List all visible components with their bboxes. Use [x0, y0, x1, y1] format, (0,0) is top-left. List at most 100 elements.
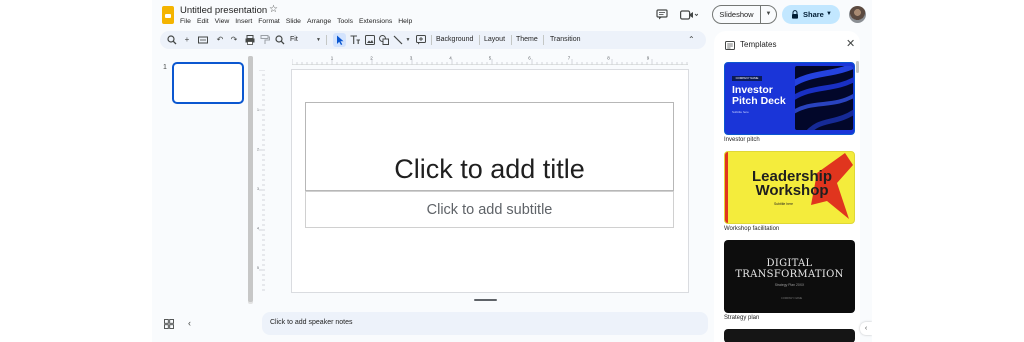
- templates-scrollbar[interactable]: [856, 61, 859, 73]
- title-placeholder-text[interactable]: Click to add title: [394, 154, 585, 185]
- lock-icon: [792, 10, 798, 19]
- menu-tools[interactable]: Tools: [334, 17, 356, 27]
- template-abstract-image: [795, 66, 853, 130]
- ruler-label: 8: [607, 56, 610, 61]
- template-accent-stripe: [725, 152, 728, 223]
- chevron-down-icon[interactable]: ▼: [761, 6, 776, 23]
- collapse-toolbar-icon[interactable]: ⌃: [688, 34, 695, 46]
- star-icon[interactable]: ☆: [269, 4, 278, 15]
- template-subtitle: Subtitle here: [732, 110, 749, 114]
- grid-view-icon[interactable]: [164, 319, 174, 329]
- menu-insert[interactable]: Insert: [232, 17, 255, 27]
- slide-canvas[interactable]: Click to add title Click to add subtitle: [292, 70, 688, 292]
- templates-title: Templates: [740, 40, 777, 49]
- undo-icon[interactable]: ↶: [214, 34, 226, 46]
- ruler-label: 2: [257, 148, 259, 152]
- search-menus-icon[interactable]: [166, 34, 178, 46]
- menu-arrange[interactable]: Arrange: [304, 17, 334, 27]
- chevron-left-icon[interactable]: ‹: [188, 318, 191, 328]
- select-tool-button[interactable]: [333, 33, 346, 47]
- notes-resize-handle[interactable]: [474, 299, 497, 301]
- toolbar: + ↶ ↷ Fit ▼ ▼ Background Layout Theme Tr…: [160, 31, 706, 49]
- template-subtitle: Subtitle here: [774, 202, 794, 206]
- menu-bar: File Edit View Insert Format Slide Arran…: [180, 17, 415, 27]
- template-title: DIGITAL TRANSFORMATION: [735, 258, 844, 280]
- speaker-notes-placeholder[interactable]: Click to add speaker notes: [270, 319, 353, 326]
- insert-image-icon[interactable]: [364, 34, 376, 46]
- share-menu-chevron-icon[interactable]: ▼: [826, 5, 832, 24]
- video-call-icon[interactable]: [680, 10, 698, 20]
- speaker-notes[interactable]: Click to add speaker notes: [262, 312, 708, 335]
- menu-format[interactable]: Format: [255, 17, 283, 27]
- menu-view[interactable]: View: [212, 17, 233, 27]
- ruler-label: 4: [257, 227, 259, 231]
- template-subtitle: Strategy Plan 20XX: [774, 283, 805, 287]
- redo-icon[interactable]: ↷: [228, 34, 240, 46]
- ruler-label: 7: [568, 56, 571, 61]
- user-avatar[interactable]: [849, 6, 866, 23]
- template-title: Leadership Workshop: [751, 168, 833, 199]
- theme-button[interactable]: Theme: [516, 34, 538, 46]
- slide-number: 1: [163, 64, 167, 71]
- subtitle-placeholder[interactable]: Click to add subtitle: [305, 191, 674, 228]
- slideshow-button[interactable]: Slideshow ▼: [712, 5, 777, 24]
- paint-format-icon[interactable]: [259, 34, 271, 46]
- slides-logo-icon[interactable]: [162, 6, 174, 24]
- ruler-label: 5: [257, 266, 259, 270]
- zoom-icon[interactable]: [274, 34, 286, 46]
- zoom-chevron-down-icon[interactable]: ▼: [316, 34, 321, 46]
- template-caption: Workshop facilitation: [724, 226, 780, 232]
- ruler-label: 4: [449, 56, 452, 61]
- background-button[interactable]: Background: [436, 34, 473, 46]
- templates-panel: Templates ✕ COMPANY NAME Investor Pitch …: [714, 31, 860, 342]
- zoom-select[interactable]: Fit: [290, 34, 298, 46]
- menu-edit[interactable]: Edit: [194, 17, 212, 27]
- toolbar-divider: [479, 35, 480, 45]
- share-label: Share: [803, 10, 824, 19]
- comment-icon[interactable]: [656, 9, 668, 20]
- text-box-icon[interactable]: [349, 34, 361, 46]
- transition-button[interactable]: Transition: [550, 34, 580, 46]
- ruler-label: 5: [489, 56, 492, 61]
- template-next[interactable]: [724, 329, 855, 342]
- line-chevron-down-icon[interactable]: ▼: [402, 34, 414, 46]
- toolbar-divider: [326, 35, 327, 45]
- template-caption: Investor pitch: [724, 137, 760, 143]
- menu-file[interactable]: File: [180, 17, 194, 27]
- subtitle-placeholder-text[interactable]: Click to add subtitle: [427, 202, 553, 218]
- slides-app: Untitled presentation ☆ File Edit View I…: [152, 0, 872, 342]
- title-placeholder[interactable]: Click to add title: [305, 102, 674, 191]
- toolbar-divider: [431, 35, 432, 45]
- close-icon[interactable]: ✕: [846, 37, 855, 50]
- ruler-label: 6: [528, 56, 531, 61]
- slide-thumbnail[interactable]: [172, 62, 244, 104]
- menu-help[interactable]: Help: [395, 17, 415, 27]
- template-workshop-facilitation[interactable]: Leadership Workshop Subtitle here: [724, 151, 855, 224]
- ruler-label: 3: [410, 56, 413, 61]
- layout-picker-icon[interactable]: [197, 34, 209, 46]
- menu-slide[interactable]: Slide: [283, 17, 304, 27]
- ruler-label: 2: [370, 56, 373, 61]
- template-investor-pitch[interactable]: COMPANY NAME Investor Pitch Deck Subtitl…: [724, 62, 855, 135]
- shape-icon[interactable]: [378, 34, 390, 46]
- filmstrip-scrollbar-thumb[interactable]: [248, 56, 253, 302]
- print-icon[interactable]: [244, 34, 256, 46]
- ruler-label: 1: [331, 56, 334, 61]
- add-comment-icon[interactable]: [415, 34, 427, 46]
- templates-icon: [725, 41, 735, 50]
- toolbar-divider: [543, 35, 544, 45]
- side-panel-toggle-icon[interactable]: ‹: [860, 322, 872, 335]
- layout-button[interactable]: Layout: [484, 34, 505, 46]
- template-strategy-plan[interactable]: DIGITAL TRANSFORMATION Strategy Plan 20X…: [724, 240, 855, 313]
- vertical-ruler[interactable]: 1 2 3 4 5: [256, 70, 266, 292]
- new-slide-icon[interactable]: +: [181, 34, 193, 46]
- slideshow-label[interactable]: Slideshow: [713, 6, 761, 23]
- template-company-badge: COMPANY NAME: [732, 76, 762, 81]
- horizontal-ruler[interactable]: 1 2 3 4 5 6 7 8 9: [292, 55, 688, 65]
- template-company-tag: COMPANY NAME: [781, 297, 803, 300]
- menu-extensions[interactable]: Extensions: [356, 17, 395, 27]
- template-title: Investor Pitch Deck: [732, 84, 786, 107]
- document-title[interactable]: Untitled presentation: [180, 5, 267, 16]
- ruler-label: 1: [257, 108, 259, 112]
- template-caption: Strategy plan: [724, 315, 760, 321]
